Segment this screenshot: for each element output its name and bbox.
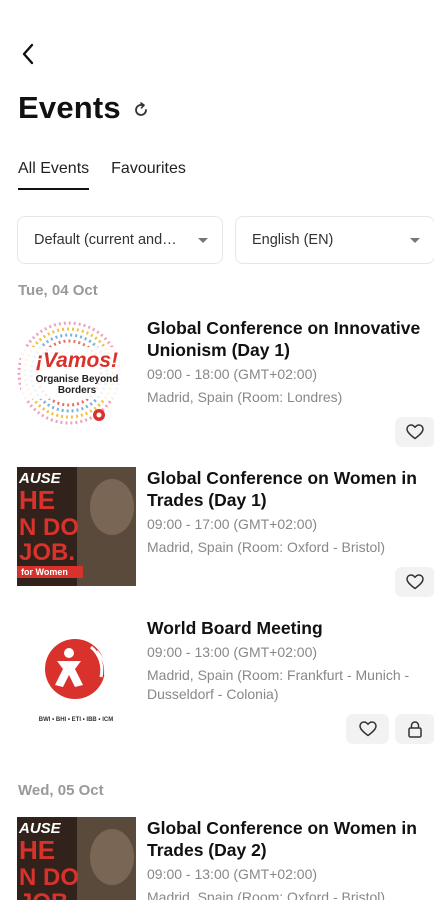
language-select[interactable]: English (EN): [235, 216, 434, 264]
chevron-left-icon: [22, 43, 34, 65]
event-thumbnail: ¡Vamos! Organise Beyond Borders: [17, 317, 136, 436]
tab-all-events[interactable]: All Events: [18, 160, 90, 190]
tab-bar: All Events Favourites: [18, 160, 208, 190]
event-thumbnail: AUSE HE N DO JOB.: [17, 817, 136, 900]
event-info: Global Conference on Women in Trades (Da…: [147, 467, 434, 557]
date-header: Wed, 05 Oct: [18, 782, 104, 799]
favourite-button[interactable]: [395, 567, 434, 597]
event-location: Madrid, Spain (Room: Frankfurt - Munich …: [147, 667, 410, 702]
title-row: Events: [18, 90, 151, 126]
event-title: World Board Meeting: [147, 618, 323, 638]
lock-icon: [408, 721, 422, 738]
event-thumbnail: BWI • BHI • ETI • IBB • ICM: [17, 617, 136, 736]
refresh-icon[interactable]: [131, 100, 151, 120]
svg-text:HE: HE: [19, 835, 55, 865]
svg-text:¡Vamos!: ¡Vamos!: [36, 349, 118, 372]
women-in-trades-poster: AUSE HE N DO JOB.: [17, 817, 136, 900]
favourite-button[interactable]: [395, 417, 434, 447]
svg-text:JOB.: JOB.: [19, 889, 75, 900]
event-info: World Board Meeting 09:00 - 13:00 (GMT+0…: [147, 617, 434, 704]
back-button[interactable]: [14, 38, 42, 70]
svg-text:N DO: N DO: [19, 864, 79, 891]
favourite-button[interactable]: [346, 714, 389, 744]
lock-button[interactable]: [395, 714, 434, 744]
svg-text:N DO: N DO: [19, 514, 79, 541]
sort-select[interactable]: Default (current and…: [17, 216, 223, 264]
svg-text:Borders: Borders: [58, 385, 97, 396]
date-header: Tue, 04 Oct: [18, 282, 98, 299]
vamos-logo: ¡Vamos! Organise Beyond Borders: [17, 317, 136, 436]
event-location: Madrid, Spain (Room: Oxford - Bristol): [147, 539, 386, 555]
dropdown-arrow-icon: [198, 237, 208, 243]
event-title: Global Conference on Women in Trades (Da…: [147, 468, 417, 510]
heart-icon: [358, 721, 377, 737]
event-card[interactable]: BWI • BHI • ETI • IBB • ICM World Board …: [17, 617, 434, 747]
event-card[interactable]: AUSE HE N DO JOB. for Women Global Confe…: [17, 467, 434, 597]
event-info: Global Conference on Innovative Unionism…: [147, 317, 434, 407]
event-title: Global Conference on Women in Trades (Da…: [147, 818, 417, 860]
event-thumbnail: AUSE HE N DO JOB. for Women: [17, 467, 136, 586]
event-time: 09:00 - 18:00 (GMT+02:00): [147, 366, 318, 382]
svg-text:for Women: for Women: [21, 567, 68, 577]
language-select-value: English (EN): [252, 232, 334, 248]
sort-select-value: Default (current and…: [34, 232, 177, 248]
event-card[interactable]: ¡Vamos! Organise Beyond Borders Global C…: [17, 317, 434, 447]
heart-icon: [406, 574, 424, 590]
event-title: Global Conference on Innovative Unionism…: [147, 318, 421, 360]
event-card[interactable]: AUSE HE N DO JOB. Global Conference on W…: [17, 817, 434, 900]
women-in-trades-poster: AUSE HE N DO JOB. for Women: [17, 467, 136, 586]
event-location: Madrid, Spain (Room: Oxford - Bristol): [147, 889, 386, 900]
svg-text:Organise Beyond: Organise Beyond: [36, 374, 119, 385]
page-title: Events: [18, 90, 121, 125]
event-time: 09:00 - 17:00 (GMT+02:00): [147, 516, 318, 532]
heart-icon: [406, 424, 424, 440]
dropdown-arrow-icon: [410, 237, 420, 243]
filter-bar: Default (current and… English (EN): [17, 216, 434, 264]
event-info: Global Conference on Women in Trades (Da…: [147, 817, 434, 900]
event-time: 09:00 - 13:00 (GMT+02:00): [147, 866, 318, 882]
svg-text:BWI • BHI • ETI • IBB • ICM: BWI • BHI • ETI • IBB • ICM: [39, 717, 113, 723]
svg-text:JOB.: JOB.: [19, 539, 75, 566]
event-time: 09:00 - 13:00 (GMT+02:00): [147, 644, 318, 660]
tab-favourites[interactable]: Favourites: [111, 160, 186, 190]
bwi-logo: BWI • BHI • ETI • IBB • ICM: [17, 617, 136, 736]
event-location: Madrid, Spain (Room: Londres): [147, 389, 343, 405]
svg-text:HE: HE: [19, 485, 55, 515]
